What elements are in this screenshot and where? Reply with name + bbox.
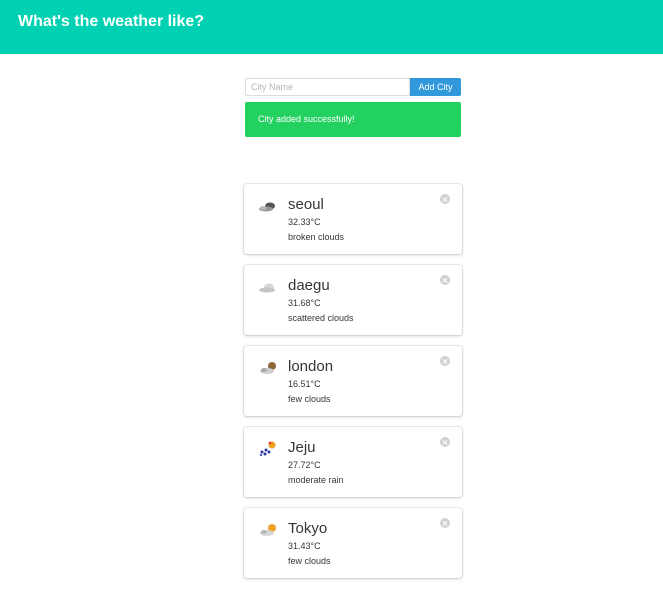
add-city-form: Add City bbox=[245, 78, 461, 96]
city-temperature: 32.33°C bbox=[288, 217, 321, 227]
city-card-jeju: Jeju 27.72°C moderate rain bbox=[244, 427, 462, 497]
scattered-clouds-icon bbox=[259, 283, 275, 293]
city-card-seoul: seoul 32.33°C broken clouds bbox=[244, 184, 462, 254]
top-navbar: What's the weather like? bbox=[0, 0, 663, 54]
weather-description: moderate rain bbox=[288, 475, 344, 485]
delete-city-button[interactable] bbox=[440, 275, 450, 285]
city-temperature: 16.51°C bbox=[288, 379, 321, 389]
weather-description: scattered clouds bbox=[288, 313, 354, 323]
city-name: Jeju bbox=[288, 439, 316, 456]
city-card-london: london 16.51°C few clouds bbox=[244, 346, 462, 416]
city-name: london bbox=[288, 358, 334, 375]
few-clouds-icon bbox=[260, 362, 276, 374]
add-city-button[interactable]: Add City bbox=[410, 78, 461, 96]
city-card-tokyo: Tokyo 31.43°C few clouds bbox=[244, 508, 462, 578]
success-notification: City added successfully! bbox=[245, 102, 461, 137]
weather-description: few clouds bbox=[288, 394, 331, 404]
city-name: seoul bbox=[288, 196, 324, 213]
weather-description: broken clouds bbox=[288, 232, 345, 242]
city-card-daegu: daegu 31.68°C scattered clouds bbox=[244, 265, 462, 335]
city-temperature: 31.43°C bbox=[288, 541, 321, 551]
weather-description: few clouds bbox=[288, 556, 331, 566]
city-temperature: 31.68°C bbox=[288, 298, 321, 308]
delete-city-button[interactable] bbox=[440, 194, 450, 204]
broken-clouds-icon bbox=[259, 202, 275, 212]
city-name: daegu bbox=[288, 277, 330, 294]
notification-message: City added successfully! bbox=[258, 114, 355, 124]
page-title: What's the weather like? bbox=[18, 13, 205, 30]
delete-city-button[interactable] bbox=[440, 356, 450, 366]
city-name-input[interactable] bbox=[245, 78, 410, 96]
city-temperature: 27.72°C bbox=[288, 460, 321, 470]
city-name: Tokyo bbox=[288, 520, 328, 537]
few-clouds-icon bbox=[260, 524, 276, 536]
delete-city-button[interactable] bbox=[440, 518, 450, 528]
moderate-rain-icon bbox=[259, 441, 276, 457]
delete-city-button[interactable] bbox=[440, 437, 450, 447]
